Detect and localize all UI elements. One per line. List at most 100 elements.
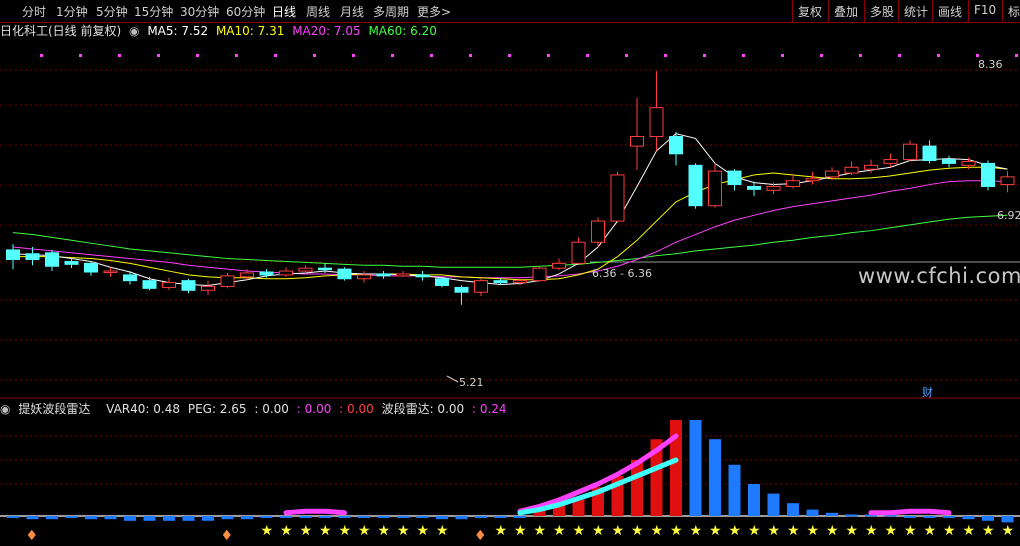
candle-body (298, 267, 313, 272)
star-marker: ★ (1002, 523, 1015, 539)
indicator-bar (26, 516, 39, 520)
ma5-line (12, 133, 1008, 286)
candle-body (727, 170, 742, 186)
star-marker: ★ (670, 523, 683, 539)
top-dot (352, 54, 355, 57)
top-dot (937, 54, 940, 57)
indicator-bar (455, 516, 468, 520)
high-price-label: 8.36 (978, 58, 1003, 71)
indicator-bar (85, 516, 97, 520)
star-marker: ★ (865, 523, 878, 539)
low-pointer (446, 375, 459, 383)
diamond-marker: ♦ (26, 528, 39, 544)
star-marker: ★ (846, 523, 859, 539)
ma10-line (13, 166, 1008, 281)
indicator-bar (904, 516, 916, 518)
candle-body (220, 275, 235, 287)
candle-body (864, 164, 878, 170)
candle-body (103, 270, 118, 274)
candle-body (493, 280, 508, 284)
star-marker: ★ (904, 523, 917, 539)
var40-label: VAR40: 0.48 (106, 402, 180, 416)
candle-body (435, 278, 449, 286)
indicator-bar (748, 484, 760, 516)
indicator-bar (787, 503, 799, 516)
star-marker: ★ (690, 523, 703, 539)
indicator-bar (494, 516, 507, 518)
top-dot (586, 54, 589, 57)
indicator-settings-icon[interactable]: ◉ (0, 402, 10, 416)
star-marker: ★ (378, 523, 391, 539)
star-marker: ★ (748, 523, 761, 539)
candle-body (630, 136, 644, 147)
indicator-bar (475, 516, 487, 518)
value4-label: : 0.24 (471, 402, 507, 416)
top-dot (547, 54, 550, 57)
top-dot (469, 54, 472, 57)
peg-label: PEG: 2.65 (187, 402, 247, 416)
indicator-bar (280, 516, 292, 518)
top-dot (196, 54, 199, 57)
top-dot (274, 54, 277, 57)
star-marker: ★ (943, 523, 956, 539)
right-price-label: 6.92 (997, 209, 1020, 222)
star-marker: ★ (592, 523, 605, 539)
top-dot (742, 54, 745, 57)
indicator-bar (845, 514, 858, 517)
indicator-bar (806, 509, 819, 516)
candle-body (903, 143, 917, 161)
indicator-bar (436, 516, 448, 520)
candle-body (844, 166, 859, 174)
top-dot (313, 54, 316, 57)
indicator-bar (709, 439, 721, 516)
indicator-title[interactable]: 提妖波段雷达 (18, 402, 90, 416)
star-marker: ★ (787, 523, 800, 539)
star-marker: ★ (397, 523, 410, 539)
candle-body (942, 159, 956, 164)
candle-body (6, 249, 20, 261)
star-marker: ★ (436, 523, 449, 539)
top-dot (664, 54, 667, 57)
indicator-bar (65, 516, 78, 518)
indicator-bar (124, 516, 136, 521)
candle-body (162, 282, 176, 288)
legend-toggle-icon[interactable]: ◉ (129, 24, 139, 38)
ma60-label: MA60: 6.20 (368, 24, 437, 38)
indicator-bar (923, 516, 936, 518)
indicator-bar (104, 516, 117, 520)
candle-body (981, 162, 995, 187)
indicator-bar (767, 493, 780, 516)
main-legend: 日化科工(日线 前复权) ◉ MA5: 7.52 MA10: 7.31 MA20… (0, 22, 441, 40)
top-dot (781, 54, 784, 57)
low-price-label: 5.21 (459, 376, 484, 389)
finance-marker: 财 (922, 385, 933, 399)
candle-body (883, 159, 898, 164)
candle-body (922, 145, 937, 162)
star-marker: ★ (417, 523, 430, 539)
top-dot (79, 54, 82, 57)
stock-title: 日化科工(日线 前复权) (0, 24, 122, 38)
candle-body (513, 280, 527, 284)
candle-body (45, 252, 59, 267)
candle-body (201, 285, 215, 291)
candle-body (279, 270, 293, 276)
top-dot (157, 54, 160, 57)
top-dot (430, 54, 433, 57)
value3-label: : 0.00 (339, 402, 374, 416)
candle-body (786, 180, 800, 187)
top-dot (508, 54, 511, 57)
star-marker: ★ (729, 523, 742, 539)
indicator-bar (7, 516, 19, 518)
watermark-text: www.cfchi.com (858, 264, 1020, 288)
indicator-bar (143, 516, 156, 521)
indicator-bar (358, 516, 370, 518)
ma20-label: MA20: 7.05 (292, 24, 361, 38)
star-marker: ★ (885, 523, 898, 539)
candle-body (64, 260, 79, 265)
candle-body (357, 274, 371, 280)
candle-body (805, 178, 820, 182)
star-marker: ★ (612, 523, 625, 539)
indicator-bar (377, 516, 390, 518)
candle-body (961, 160, 976, 166)
star-marker: ★ (495, 523, 508, 539)
